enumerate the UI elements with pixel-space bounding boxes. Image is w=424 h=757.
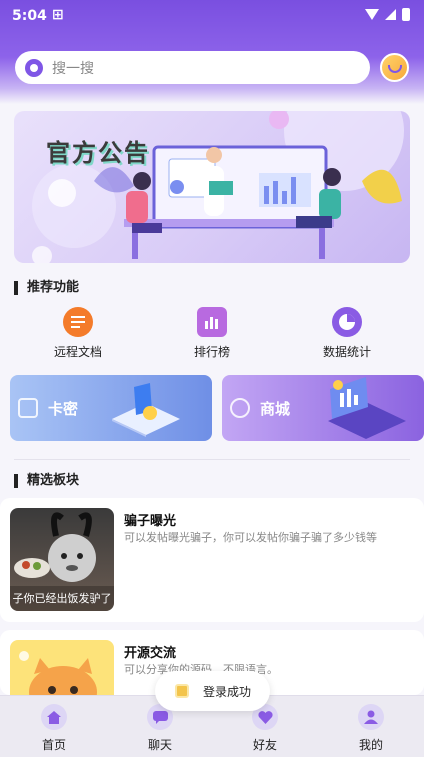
search-icon xyxy=(25,58,43,77)
laptop-illustration xyxy=(328,377,406,439)
feature-statistics[interactable]: 数据统计 xyxy=(307,307,387,360)
board-thumbnail xyxy=(10,640,114,695)
home-icon xyxy=(41,704,67,730)
toast-app-icon xyxy=(175,684,189,698)
document-list-icon xyxy=(63,307,93,337)
feature-label: 数据统计 xyxy=(322,345,371,359)
notification-app-icon: ⊞ xyxy=(52,7,64,23)
section-title-boards: 精选板块 xyxy=(14,474,79,488)
avatar-button[interactable] xyxy=(380,53,409,82)
section-title-features: 推荐功能 xyxy=(14,281,79,295)
wifi-icon xyxy=(365,9,379,20)
board-thumbnail: 子你已经出饭发驴了 xyxy=(10,508,114,611)
feature-label: 远程文档 xyxy=(53,345,102,359)
promo-card-shop[interactable]: 商城 xyxy=(222,375,424,441)
status-time: 5:04 xyxy=(12,8,47,24)
divider xyxy=(14,459,410,460)
board-title: 开源交流 xyxy=(124,646,177,661)
tab-chat[interactable]: 聊天 xyxy=(120,704,200,753)
cat-illustration xyxy=(19,651,97,695)
feature-label: 排行榜 xyxy=(193,345,230,359)
banner-title: 官方公告 xyxy=(46,139,150,167)
smile-face-icon xyxy=(387,64,402,73)
shop-bag-icon xyxy=(230,398,250,418)
feature-remote-docs[interactable]: 远程文档 xyxy=(38,307,118,360)
toast-text: 登录成功 xyxy=(203,684,252,699)
toast-notification: 登录成功 xyxy=(155,671,270,711)
board-description: 可以发帖曝光骗子，你可以发帖你骗子骗了多少钱等 xyxy=(124,531,377,544)
pie-chart-icon xyxy=(332,307,362,337)
tab-friends[interactable]: 好友 xyxy=(225,704,305,753)
card-icon xyxy=(18,398,38,418)
tab-profile[interactable]: 我的 xyxy=(331,704,411,753)
signal-icon xyxy=(385,9,396,20)
card-illustration xyxy=(112,383,180,437)
search-bar[interactable]: 搜一搜 xyxy=(15,51,370,84)
tab-home[interactable]: 首页 xyxy=(14,704,94,753)
search-input[interactable]: 搜一搜 xyxy=(52,58,94,78)
tab-label: 聊天 xyxy=(147,738,172,752)
promo-label: 卡密 xyxy=(48,400,79,418)
tab-label: 首页 xyxy=(41,738,66,752)
status-bar: 5:04 ⊞ xyxy=(0,0,424,32)
promo-card-key[interactable]: 卡密 xyxy=(10,375,212,441)
thumbnail-caption: 子你已经出饭发驴了 xyxy=(12,592,112,605)
tab-label: 好友 xyxy=(252,738,277,752)
battery-icon xyxy=(402,8,410,21)
bar-chart-icon xyxy=(197,307,227,337)
user-icon xyxy=(358,704,384,730)
announcement-banner[interactable]: 官方公告 xyxy=(14,111,410,263)
status-indicators xyxy=(365,8,410,21)
tab-label: 我的 xyxy=(358,738,383,752)
board-title: 骗子曝光 xyxy=(124,514,177,529)
feature-leaderboard[interactable]: 排行榜 xyxy=(172,307,252,360)
board-card-scam-exposure[interactable]: 子你已经出饭发驴了 骗子曝光 可以发帖曝光骗子，你可以发帖你骗子骗了多少钱等 xyxy=(0,498,424,622)
promo-label: 商城 xyxy=(260,400,291,418)
